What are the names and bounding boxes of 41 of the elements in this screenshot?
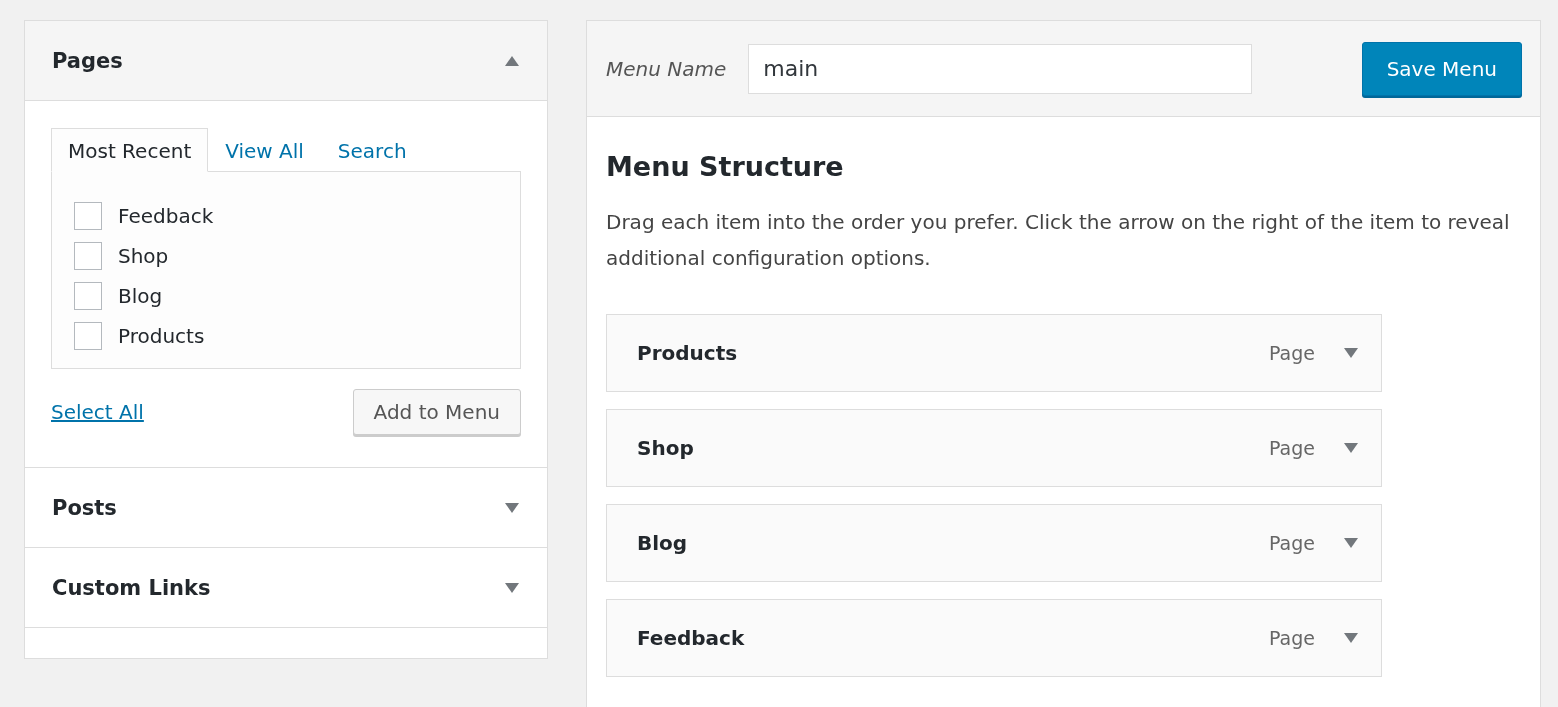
expand-arrow-icon[interactable] — [1343, 442, 1359, 454]
menu-item-type: Page — [1269, 342, 1315, 364]
expand-arrow-icon[interactable] — [504, 581, 520, 594]
menu-name-field[interactable]: main — [748, 43, 1253, 94]
instructions-text: Drag each item into the order you prefer. Click the arrow on the right of the item to reveal additional configuration options. — [606, 209, 1511, 272]
checkbox-label: Feedback — [118, 204, 214, 228]
section-title: Custom Links — [52, 575, 211, 600]
checkbox-label: Shop — [118, 244, 169, 268]
expand-arrow-icon[interactable] — [1343, 632, 1359, 644]
menu-item-title: Feedback — [637, 626, 746, 650]
menu-item[interactable]: Blog Page — [606, 504, 1382, 582]
menu-item-type: Page — [1269, 627, 1315, 649]
menu-item-title: Shop — [637, 436, 695, 460]
checkbox[interactable] — [74, 322, 102, 350]
menu-item-title: Blog — [637, 531, 689, 555]
menu-item-title: Products — [637, 341, 739, 365]
collapse-arrow-icon[interactable] — [504, 54, 520, 67]
menu-item-type: Page — [1269, 532, 1315, 554]
menu-item[interactable]: Feedback Page — [606, 599, 1382, 677]
checkbox[interactable] — [74, 282, 102, 310]
tab[interactable]: View All — [208, 128, 321, 172]
expand-arrow-icon[interactable] — [504, 501, 520, 514]
tab[interactable]: Search — [320, 128, 424, 172]
section-header[interactable]: Pages — [25, 21, 547, 101]
checkbox[interactable] — [74, 202, 102, 230]
checkbox-label: Products — [118, 324, 205, 348]
add-to-menu-button[interactable]: Add to Menu — [352, 389, 521, 435]
menu-name-label: Menu Name — [606, 56, 727, 81]
menu-item[interactable]: Shop Page — [606, 409, 1382, 487]
checkbox-label: Blog — [118, 284, 163, 308]
section-title: Posts — [52, 495, 117, 520]
section-heading: Menu Structure — [606, 151, 845, 182]
select-all-link[interactable]: Select All — [51, 400, 144, 424]
menu-item[interactable]: Products Page — [606, 314, 1382, 392]
menu-item-type: Page — [1269, 437, 1315, 459]
expand-arrow-icon[interactable] — [1343, 537, 1359, 549]
expand-arrow-icon[interactable] — [1343, 347, 1359, 359]
section-title: Pages — [52, 48, 123, 73]
save-menu-button[interactable]: Save Menu — [1361, 41, 1522, 96]
tab[interactable]: Most Recent — [51, 128, 209, 172]
checkbox[interactable] — [74, 242, 102, 270]
